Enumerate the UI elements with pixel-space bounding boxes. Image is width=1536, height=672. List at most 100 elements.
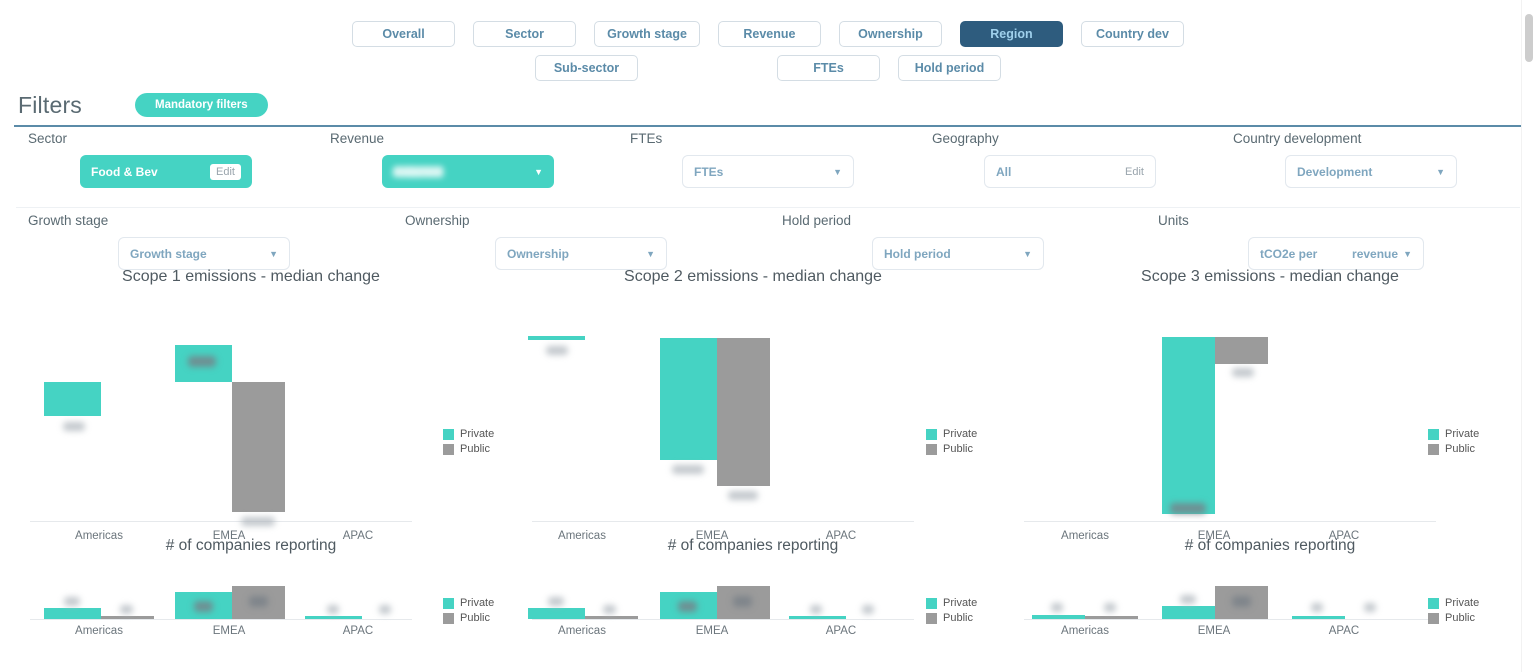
bar-americas-private[interactable] [528,336,585,340]
x-tick-americas: Americas [1061,625,1109,637]
filter-geography-edit-button[interactable]: Edit [1125,166,1144,178]
chart-scope-1-plot: Americas EMEA APAC Private Public [0,286,502,542]
bar-apac-private[interactable] [1292,616,1345,619]
legend-item-public[interactable]: Public [443,443,494,457]
filter-geography-label: Geography [932,131,999,146]
nav-tab-hold-period[interactable]: Hold period [898,55,1001,81]
legend-swatch-public-icon [926,612,937,624]
nav-tab-growth-stage[interactable]: Growth stage [594,21,700,47]
filter-sector-edit-button[interactable]: Edit [210,163,241,180]
page-scrollbar-track[interactable] [1521,0,1536,672]
legend-item-private[interactable]: Private [926,597,977,611]
bar-label-americas-public [120,605,133,614]
filter-growth-stage-value: Growth stage [130,246,207,261]
filter-geography-value: All [996,164,1012,179]
filter-ftes: FTEs FTEs ▼ [630,131,854,188]
nav-row-secondary: Sub-sector FTEs Hold period [0,55,1536,81]
nav-tab-overall[interactable]: Overall [352,21,456,47]
filter-units-dropdown[interactable]: tCO2e per xxx revenue ▼ [1248,237,1424,270]
bar-americas-public[interactable] [101,616,154,619]
bar-emea-private[interactable] [1162,337,1215,514]
legend-swatch-private-icon [1428,598,1439,610]
filter-units: Units tCO2e per xxx revenue ▼ [1158,213,1424,270]
x-axis-line [532,619,914,620]
bar-americas-private[interactable] [44,608,101,619]
filter-revenue-value: redacted [393,166,444,180]
chevron-down-icon: ▼ [1403,248,1412,259]
legend-item-public[interactable]: Public [1428,443,1479,457]
bar-americas-private[interactable] [528,608,585,619]
legend-item-private[interactable]: Private [926,428,977,442]
filter-sector-pill[interactable]: Food & Bev Edit [80,155,252,188]
bar-americas-public[interactable] [1085,616,1138,619]
nav-tab-sub-sector[interactable]: Sub-sector [535,55,638,81]
filter-country-development-value: Development [1297,164,1373,179]
bar-apac-private[interactable] [305,616,362,619]
bar-emea-public[interactable] [232,382,285,512]
legend-label-private: Private [943,597,978,609]
chart-companies-3-plot: Americas EMEA APAC Private Public [1004,555,1536,655]
legend-label-public: Public [943,442,973,455]
bar-label-emea-private [678,601,697,612]
chart-companies-1-plot: Americas EMEA APAC Private Public [0,555,502,655]
bar-label-apac-public [1364,603,1376,612]
filter-ownership: Ownership Ownership ▼ [405,213,667,270]
chevron-down-icon: ▼ [833,166,842,177]
bar-emea-private[interactable] [1162,606,1215,619]
chart-scope-3-plot: Americas EMEA APAC Private Public [1004,286,1536,542]
x-tick-apac: APAC [825,625,857,637]
nav-tab-region[interactable]: Region [959,21,1063,47]
nav-tab-country-dev[interactable]: Country dev [1080,21,1184,47]
chart-row-median-change: Scope 1 emissions - median change Americ… [0,268,1536,542]
charts-region: Scope 1 emissions - median change Americ… [0,268,1536,655]
page-title: Filters [18,91,83,118]
legend-item-public[interactable]: Public [1428,612,1479,626]
bar-americas-private[interactable] [44,382,101,416]
x-tick-emea: EMEA [695,625,729,637]
filter-hold-period-dropdown[interactable]: Hold period ▼ [872,237,1044,270]
nav-tab-ownership[interactable]: Ownership [838,21,942,47]
legend-item-private[interactable]: Private [1428,428,1479,442]
nav-tab-sector[interactable]: Sector [473,21,577,47]
filter-ftes-dropdown[interactable]: FTEs ▼ [682,155,854,188]
x-tick-emea: EMEA [1197,625,1231,637]
mandatory-filters-badge[interactable]: Mandatory filters [135,93,268,117]
nav-tab-ftes[interactable]: FTEs [777,55,880,81]
bar-label-apac-private [810,605,822,614]
bar-emea-private[interactable] [660,338,717,460]
filter-ownership-dropdown[interactable]: Ownership ▼ [495,237,667,270]
legend-item-private[interactable]: Private [443,597,494,611]
page-scrollbar-thumb[interactable] [1525,14,1533,62]
x-tick-apac: APAC [342,625,374,637]
filter-growth-stage-dropdown[interactable]: Growth stage ▼ [118,237,290,270]
chart-scope-1-legend: Private Public [443,428,494,457]
nav-tab-revenue[interactable]: Revenue [717,21,821,47]
chart-companies-3-legend: Private Public [1428,597,1479,626]
legend-label-public: Public [1445,611,1475,624]
legend-item-public[interactable]: Public [926,443,977,457]
bar-emea-public[interactable] [1215,337,1268,364]
filter-growth-stage-label: Growth stage [28,213,109,228]
bar-americas-private[interactable] [1032,615,1085,619]
x-tick-americas: Americas [75,625,123,637]
bar-americas-public[interactable] [585,616,638,619]
bar-emea-public[interactable] [717,338,770,486]
filter-country-development-dropdown[interactable]: Development ▼ [1285,155,1457,188]
bar-label-americas-private [546,346,568,355]
legend-item-private[interactable]: Private [443,428,494,442]
bar-label-emea-public [733,596,752,607]
x-axis-line [1024,521,1436,522]
chevron-down-icon: ▼ [534,166,543,177]
legend-item-public[interactable]: Public [926,612,977,626]
chart-scope-3: Scope 3 emissions - median change Americ… [1004,268,1536,542]
bar-label-apac-public [379,605,391,614]
nav-row-primary: Overall Sector Growth stage Revenue Owne… [0,21,1536,47]
bar-apac-private[interactable] [789,616,846,619]
chart-companies-1: # of companies reporting Americas EMEA A… [0,537,502,655]
filter-revenue-dropdown[interactable]: redacted ▼ [382,155,554,188]
legend-item-private[interactable]: Private [1428,597,1479,611]
filter-sector: Sector Food & Bev Edit [28,131,252,188]
chart-scope-3-title: Scope 3 emissions - median change [1141,268,1399,285]
filter-geography-box[interactable]: All Edit [984,155,1156,188]
legend-item-public[interactable]: Public [443,612,494,626]
